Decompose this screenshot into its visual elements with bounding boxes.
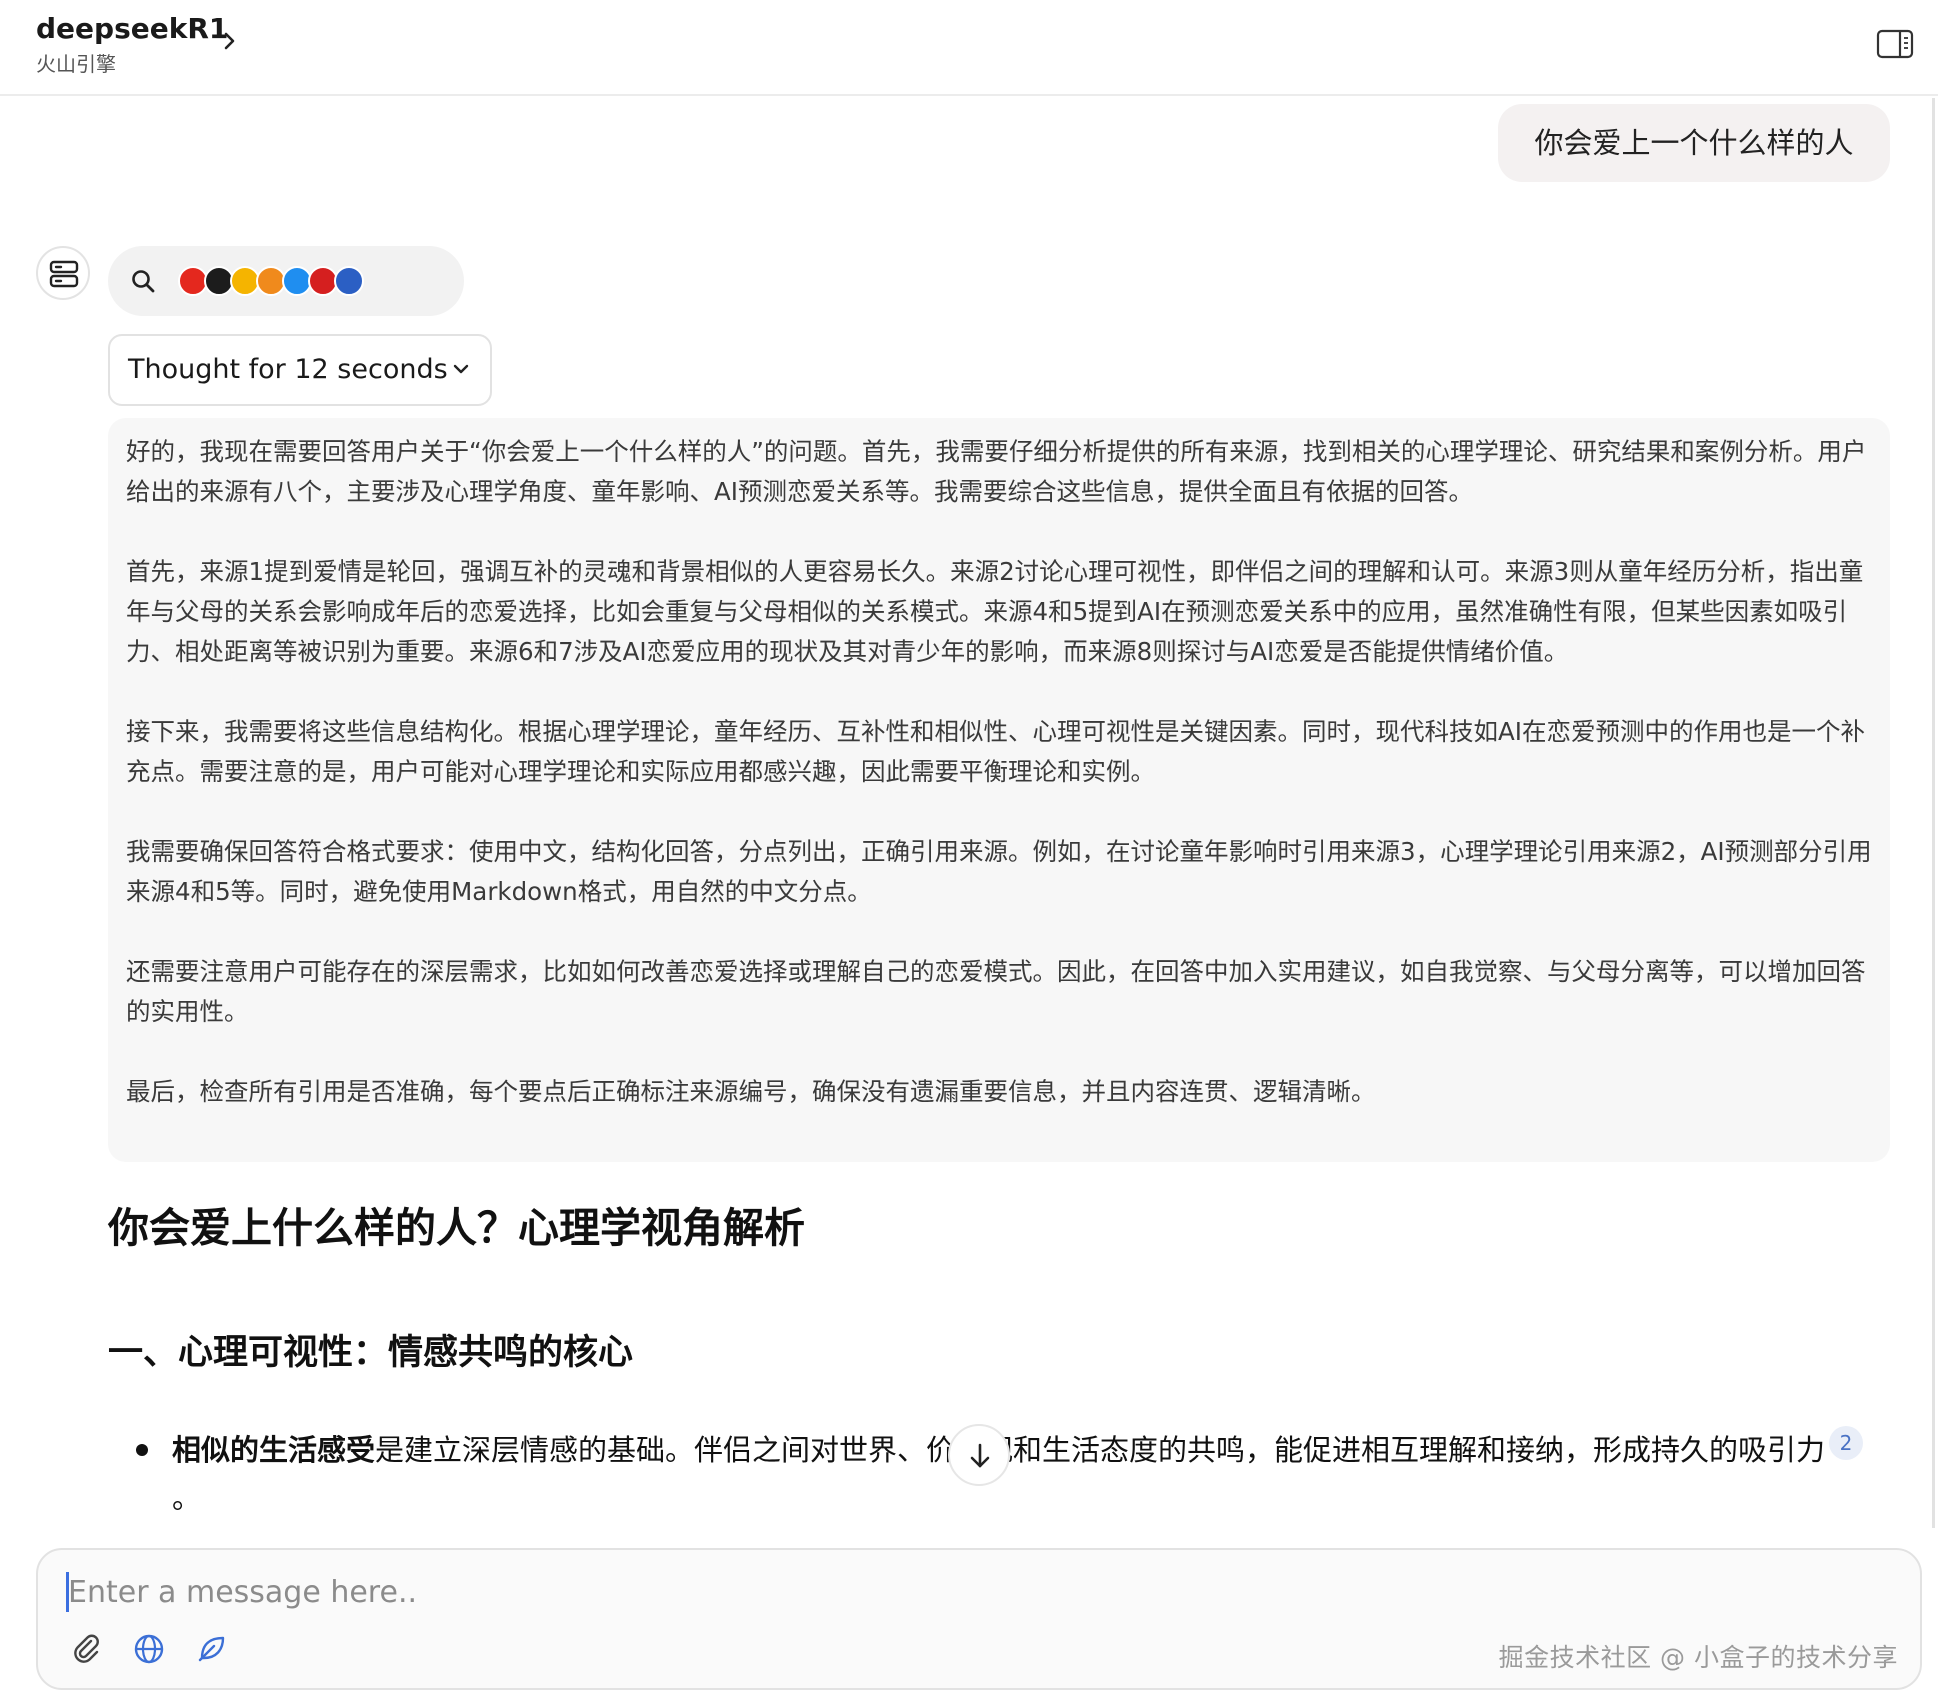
thinking-paragraph: 最后，检查所有引用是否准确，每个要点后正确标注来源编号，确保没有遗漏重要信息，并…	[126, 1077, 1376, 1106]
thinking-paragraph: 还需要注意用户可能存在的深层需求，比如如何改善恋爱选择或理解自己的恋爱模式。因此…	[126, 957, 1866, 1026]
watermark-text: 掘金技术社区 @ 小盒子的技术分享	[1498, 1643, 1898, 1672]
thought-label: Thought for 12 seconds	[128, 354, 448, 385]
search-icon	[132, 270, 155, 293]
answer-title: 你会爱上什么样的人？心理学视角解析	[108, 1204, 805, 1252]
globe-icon[interactable]	[132, 1632, 166, 1666]
bullet-bold-text: 相似的生活感受	[172, 1433, 376, 1467]
message-composer: 掘金技术社区 @ 小盒子的技术分享	[36, 1548, 1922, 1690]
bullet-text: 是建立深层情感的基础。伴侣之间对世界、价值观和生活态度的共鸣，能促进相互理解和接…	[375, 1433, 1826, 1467]
scroll-to-bottom-button[interactable]	[948, 1424, 1010, 1486]
list-item: 相似的生活感受是建立深层情感的基础。伴侣之间对世界、价值观和生活态度的共鸣，能促…	[172, 1426, 1890, 1522]
chevron-down-icon	[453, 364, 469, 374]
server-stack-icon	[49, 260, 79, 288]
citation-badge[interactable]: 2	[1829, 1426, 1864, 1460]
thinking-paragraph: 我需要确保回答符合格式要求：使用中文，结构化回答，分点列出，正确引用来源。例如，…	[126, 837, 1872, 906]
thinking-content: 好的，我现在需要回答用户关于“你会爱上一个什么样的人”的问题。首先，我需要仔细分…	[108, 418, 1890, 1162]
thinking-paragraph: 首先，来源1提到爱情是轮回，强调互补的灵魂和背景相似的人更容易长久。来源2讨论心…	[126, 557, 1864, 666]
leaf-icon[interactable]	[196, 1632, 228, 1664]
paperclip-icon[interactable]	[70, 1632, 102, 1664]
bullet-end: 。	[172, 1481, 202, 1515]
source-favicon-icon	[334, 266, 364, 296]
answer-section-title: 一、心理可视性：情感共鸣的核心	[108, 1333, 634, 1373]
bullet-dot	[136, 1444, 148, 1456]
message-input[interactable]	[64, 1570, 1768, 1614]
side-panel-icon[interactable]	[1876, 28, 1914, 60]
thought-toggle-button[interactable]: Thought for 12 seconds	[108, 334, 492, 406]
model-name[interactable]: deepseekR1	[36, 12, 228, 45]
chat-header: deepseekR1 火山引擎	[0, 0, 1938, 96]
text-caret	[66, 1572, 69, 1612]
thinking-paragraph: 好的，我现在需要回答用户关于“你会爱上一个什么样的人”的问题。首先，我需要仔细分…	[126, 437, 1867, 506]
source-favicons	[178, 260, 364, 302]
user-message-bubble: 你会爱上一个什么样的人	[1498, 104, 1890, 182]
assistant-avatar	[36, 246, 90, 300]
chevron-right-icon[interactable]	[218, 26, 242, 56]
thinking-paragraph: 接下来，我需要将这些信息结构化。根据心理学理论，童年经历、互补性和相似性、心理可…	[126, 717, 1865, 786]
scrollbar[interactable]	[1932, 98, 1935, 1528]
model-provider: 火山引擎	[36, 52, 116, 76]
arrow-down-icon	[970, 1443, 990, 1468]
search-sources-pill[interactable]	[108, 246, 464, 316]
